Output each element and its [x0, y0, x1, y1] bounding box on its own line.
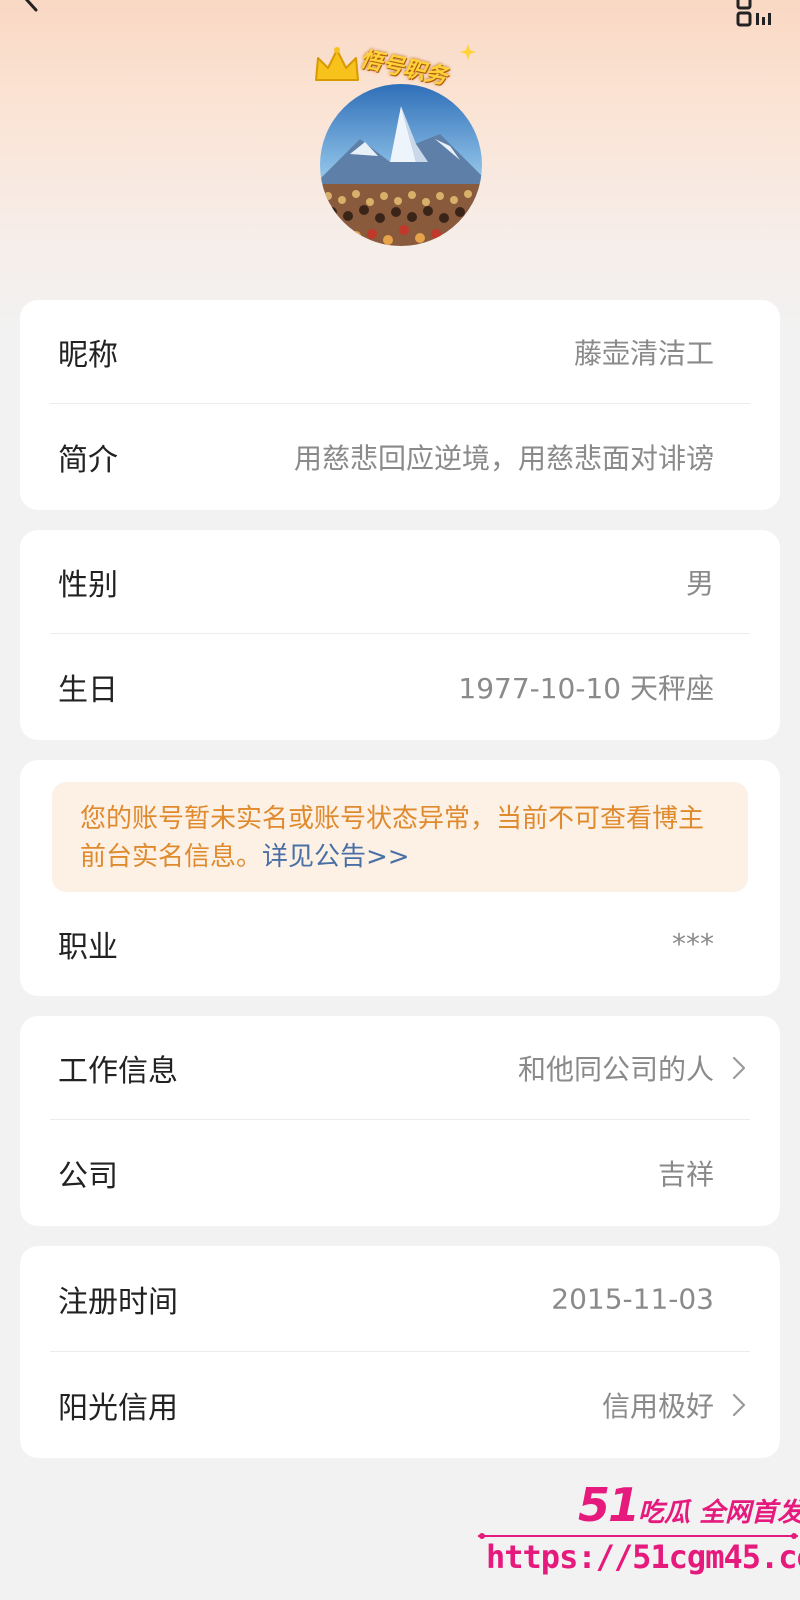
- chevron-right-icon: [732, 1056, 746, 1080]
- register-time-label: 注册时间: [58, 1285, 178, 1320]
- profile-card-basic: 昵称 藤壶清洁工 简介 用慈悲回应逆境，用慈悲面对诽谤: [20, 300, 780, 510]
- job-label: 职业: [58, 930, 118, 965]
- credit-label: 阳光信用: [58, 1391, 178, 1426]
- watermark-title: 51吃瓜 全网首发: [578, 1478, 800, 1532]
- birthday-row[interactable]: 生日 1977-10-10 天秤座: [20, 634, 780, 740]
- work-info-row[interactable]: 工作信息 和他同公司的人: [20, 1016, 780, 1120]
- credit-row[interactable]: 阳光信用 信用极好: [20, 1352, 780, 1458]
- bio-label: 简介: [58, 443, 118, 478]
- notice-link[interactable]: 详见公告>>: [262, 842, 410, 872]
- work-info-label: 工作信息: [58, 1054, 178, 1089]
- company-row[interactable]: 公司 吉祥: [20, 1120, 780, 1226]
- avatar[interactable]: 悟号职务: [310, 44, 486, 246]
- company-value: 吉祥: [657, 1158, 714, 1191]
- crown-icon: [315, 47, 359, 81]
- watermark-number: 51: [578, 1478, 640, 1532]
- company-label: 公司: [58, 1159, 118, 1194]
- nickname-row[interactable]: 昵称 藤壶清洁工: [20, 300, 780, 404]
- avatar-image: [320, 84, 482, 246]
- watermark-text: 吃瓜 全网首发: [638, 1498, 800, 1528]
- work-info-value: 和他同公司的人: [517, 1053, 714, 1086]
- birthday-label: 生日: [58, 673, 118, 708]
- profile-card-account: 注册时间 2015-11-03 阳光信用 信用极好: [20, 1246, 780, 1458]
- gender-value: 男: [685, 567, 714, 600]
- profile-card-personal: 性别 男 生日 1977-10-10 天秤座: [20, 530, 780, 740]
- job-value: ***: [672, 927, 714, 961]
- gender-label: 性别: [58, 568, 118, 603]
- nickname-value: 藤壶清洁工: [573, 337, 714, 370]
- birthday-value: 1977-10-10 天秤座: [458, 672, 714, 705]
- register-time-value: 2015-11-03: [551, 1282, 714, 1316]
- qr-code-icon[interactable]: [736, 0, 776, 28]
- verification-notice: 您的账号暂未实名或账号状态异常，当前不可查看博主前台实名信息。详见公告>>: [52, 782, 748, 892]
- chevron-left-icon[interactable]: [18, 0, 44, 12]
- credit-value: 信用极好: [601, 1390, 714, 1423]
- chevron-right-icon: [732, 1393, 746, 1417]
- watermark-url: https://51cgm45.com: [486, 1538, 800, 1576]
- gender-row[interactable]: 性别 男: [20, 530, 780, 634]
- register-time-row[interactable]: 注册时间 2015-11-03: [20, 1246, 780, 1352]
- bio-row[interactable]: 简介 用慈悲回应逆境，用慈悲面对诽谤: [20, 404, 780, 510]
- nickname-label: 昵称: [58, 338, 118, 373]
- profile-card-work: 工作信息 和他同公司的人 公司 吉祥: [20, 1016, 780, 1226]
- profile-card-verification: 您的账号暂未实名或账号状态异常，当前不可查看博主前台实名信息。详见公告>> 职业…: [20, 760, 780, 996]
- bio-value: 用慈悲回应逆境，用慈悲面对诽谤: [293, 442, 714, 475]
- job-row[interactable]: 职业 ***: [20, 892, 780, 996]
- sparkle-icon: [460, 44, 476, 60]
- watermark: 51吃瓜 全网首发 https://51cgm45.com: [478, 1478, 800, 1600]
